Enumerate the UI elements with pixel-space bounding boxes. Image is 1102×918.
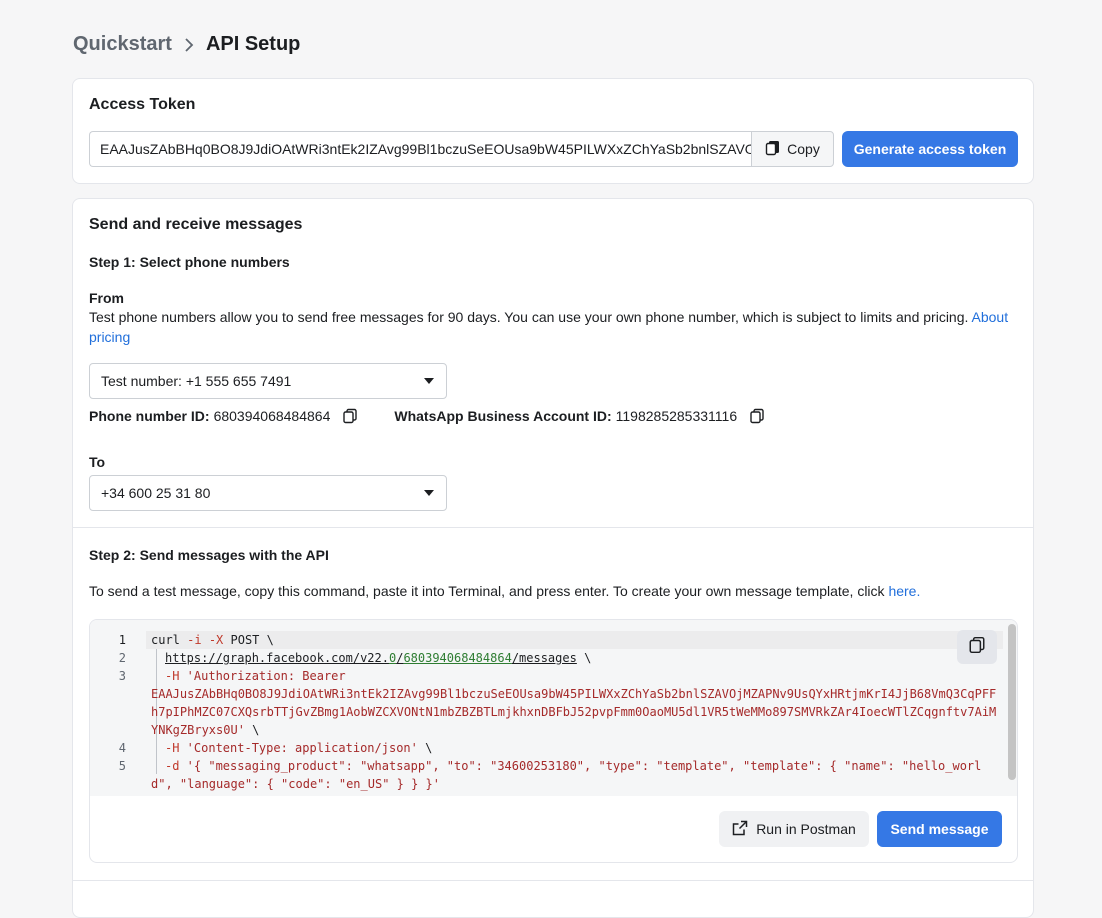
- send-receive-card: Send and receive messages Step 1: Select…: [72, 198, 1034, 918]
- copy-waba-id-icon[interactable]: [749, 408, 765, 424]
- from-description: Test phone numbers allow you to send fre…: [89, 307, 1019, 347]
- code-token: curl: [151, 633, 180, 647]
- access-token-title: Access Token: [89, 96, 196, 113]
- line-number: 3: [118, 669, 126, 683]
- code-token: \: [244, 723, 260, 737]
- external-link-icon: [732, 820, 748, 839]
- scrollbar-thumb[interactable]: [1008, 624, 1016, 780]
- step2-description: To send a test message, copy this comman…: [89, 581, 1019, 601]
- chevron-right-icon: [182, 37, 196, 52]
- from-desc-text: Test phone numbers allow you to send fre…: [89, 309, 972, 325]
- copy-label: Copy: [787, 141, 820, 157]
- copy-code-button[interactable]: [957, 630, 997, 664]
- code-token: -d: [165, 759, 180, 773]
- copy-icon: [968, 636, 986, 659]
- code-url: /messages: [511, 651, 577, 665]
- phone-id-label: Phone number ID:: [89, 408, 210, 424]
- step2-desc-text: To send a test message, copy this comman…: [89, 583, 889, 599]
- code-token: -i -X: [187, 633, 224, 647]
- phone-id-value: 680394068484864: [213, 408, 331, 424]
- run-in-postman-label: Run in Postman: [756, 821, 856, 837]
- code-token: POST \: [223, 633, 274, 647]
- waba-id-label: WhatsApp Business Account ID:: [394, 408, 612, 424]
- line-number: 1: [118, 633, 126, 647]
- line-number: 2: [118, 651, 126, 665]
- to-phone-select[interactable]: +34 600 25 31 80: [89, 475, 447, 511]
- from-phone-select[interactable]: Test number: +1 555 655 7491: [89, 363, 447, 399]
- send-message-button[interactable]: Send message: [877, 811, 1002, 847]
- breadcrumb: Quickstart API Setup: [73, 33, 300, 56]
- breadcrumb-quickstart-link[interactable]: Quickstart: [73, 33, 172, 56]
- section-divider: [73, 527, 1033, 528]
- token-row: EAAJusZAbBHq0BO8J9JdiOAtWRi3ntEk2IZAvg99…: [89, 131, 1018, 167]
- step2-title: Step 2: Send messages with the API: [89, 547, 329, 563]
- line-number: 5: [118, 759, 126, 773]
- caret-down-icon: [424, 490, 434, 496]
- code-token: \: [417, 741, 433, 755]
- code-token: -H: [165, 669, 180, 683]
- access-token-field[interactable]: EAAJusZAbBHq0BO8J9JdiOAtWRi3ntEk2IZAvg99…: [89, 131, 751, 167]
- code-url: https://graph.facebook.com/v22.: [165, 651, 389, 665]
- caret-down-icon: [424, 378, 434, 384]
- generate-access-token-button[interactable]: Generate access token: [842, 131, 1018, 167]
- step1-title: Step 1: Select phone numbers: [89, 254, 290, 270]
- from-phone-value: Test number: +1 555 655 7491: [101, 373, 292, 389]
- waba-id-value: 1198285285331116: [615, 408, 738, 424]
- copy-token-button[interactable]: Copy: [751, 131, 834, 167]
- code-scrollbar[interactable]: [1005, 620, 1017, 796]
- to-phone-value: +34 600 25 31 80: [101, 485, 211, 501]
- from-label: From: [89, 290, 124, 306]
- send-receive-title: Send and receive messages: [89, 216, 303, 233]
- copy-icon: [765, 140, 781, 159]
- code-string: EAAJusZAbBHq0BO8J9JdiOAtWRi3ntEk2IZAvg99…: [151, 687, 997, 737]
- ids-row: Phone number ID: 680394068484864 WhatsAp…: [89, 408, 765, 424]
- code-string: '{ "messaging_product": "whatsapp", "to"…: [151, 759, 982, 791]
- copy-phone-id-icon[interactable]: [342, 408, 358, 424]
- create-template-link[interactable]: here.: [888, 583, 920, 599]
- access-token-card: Access Token EAAJusZAbBHq0BO8J9JdiOAtWRi…: [72, 78, 1034, 184]
- code-editor[interactable]: 1 curl -i -X POST \ 2 https://graph.face…: [90, 620, 1017, 796]
- code-token: \: [576, 651, 592, 665]
- code-string: 'Content-Type: application/json': [179, 741, 418, 755]
- run-in-postman-button[interactable]: Run in Postman: [719, 811, 869, 847]
- line-number: 4: [118, 741, 126, 755]
- code-snippet-card: 1 curl -i -X POST \ 2 https://graph.face…: [89, 619, 1018, 863]
- section-divider: [73, 880, 1033, 881]
- code-url: 680394068484864: [403, 651, 512, 665]
- to-label: To: [89, 454, 106, 470]
- code-string: 'Authorization: Bearer: [179, 669, 346, 683]
- page-title: API Setup: [205, 33, 301, 55]
- code-token: -H: [165, 741, 180, 755]
